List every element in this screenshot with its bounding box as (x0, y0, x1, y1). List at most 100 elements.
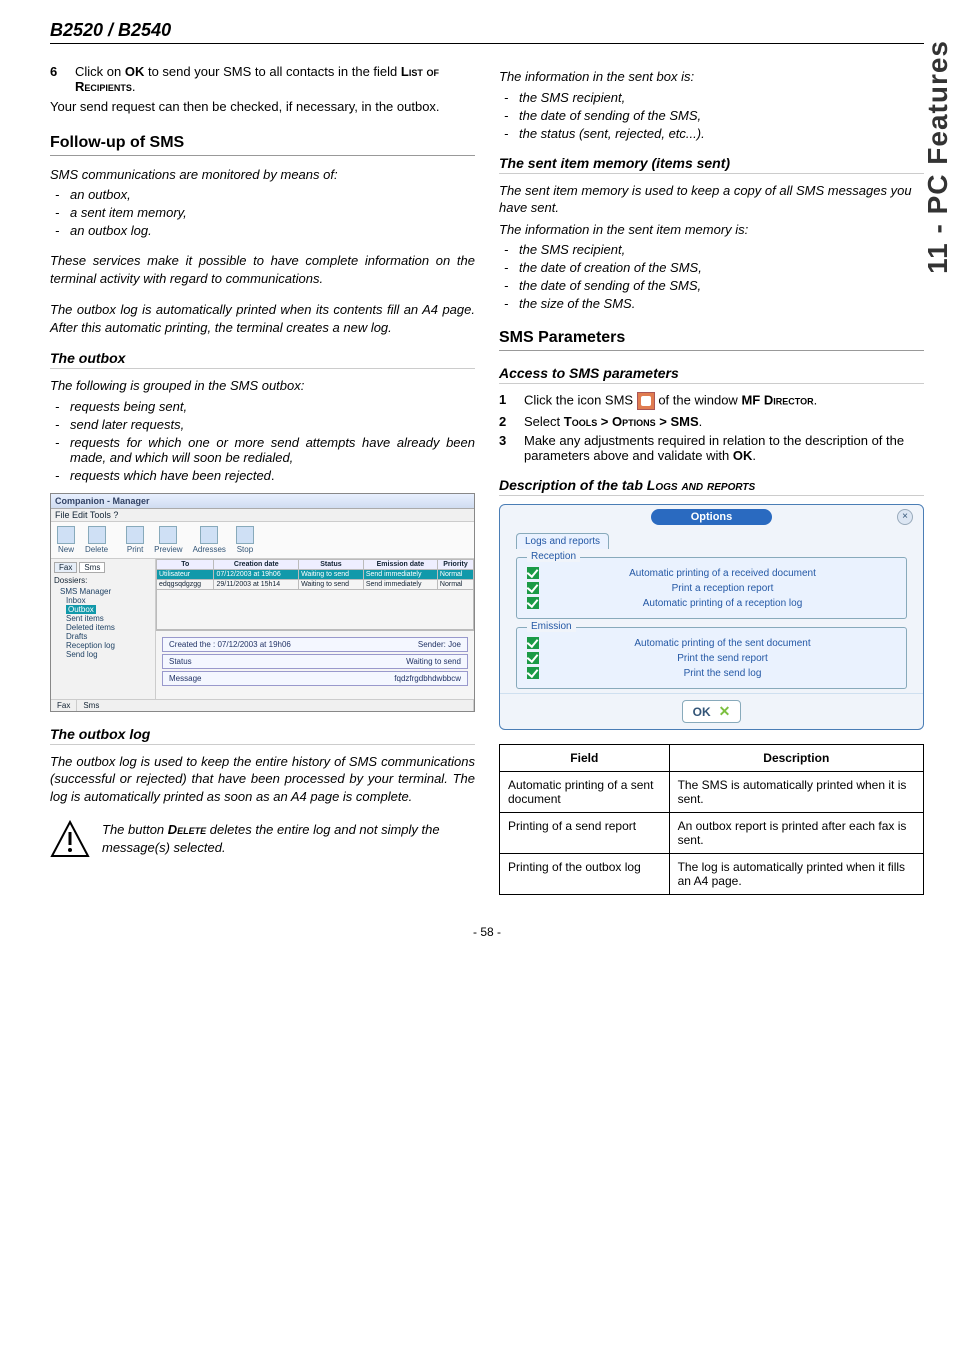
reception-group: Reception Automatic printing of a receiv… (516, 557, 907, 619)
chk-sent-doc[interactable]: Automatic printing of the sent document (527, 637, 896, 649)
chk-send-log[interactable]: Print the send log (527, 667, 896, 679)
sent-box-item: the SMS recipient, (519, 90, 924, 105)
followup-item: an outbox, (70, 187, 475, 202)
folder-tree[interactable]: SMS Manager Inbox Outbox Sent items Dele… (54, 587, 152, 659)
sent-mem-p1: The sent item memory is used to keep a c… (499, 182, 924, 217)
th-field: Field (500, 745, 670, 772)
tb-print-label: Print (127, 545, 143, 554)
model-header: B2520 / B2540 (50, 20, 924, 44)
step6-b: to send your SMS to all contacts in the … (144, 64, 401, 79)
cell-desc: The SMS is automatically printed when it… (669, 772, 923, 813)
chk-send-report[interactable]: Print the send report (527, 652, 896, 664)
th-description: Description (669, 745, 923, 772)
cell: Send immediately (363, 569, 437, 579)
close-icon[interactable]: × (897, 509, 913, 525)
cell: edqgsqdgzgg (157, 579, 214, 589)
step6-a: Click on (75, 64, 125, 79)
checkbox-icon[interactable] (527, 667, 539, 679)
chk-recv-log[interactable]: Automatic printing of a reception log (527, 597, 896, 609)
detail-sender: Sender: Joe (418, 640, 461, 649)
s3-num: 3 (499, 433, 506, 448)
tree-send-log[interactable]: Send log (54, 650, 152, 659)
tb-addresses[interactable]: Adresses (193, 526, 226, 554)
gh-to[interactable]: To (157, 559, 214, 569)
tb-delete[interactable]: Delete (85, 526, 108, 554)
tb-new[interactable]: New (57, 526, 75, 554)
checkbox-icon[interactable] (527, 637, 539, 649)
sent-mem-title: The sent item memory (items sent) (499, 155, 924, 174)
chk-recv-doc[interactable]: Automatic printing of a received documen… (527, 567, 896, 579)
tree-sent[interactable]: Sent items (54, 614, 152, 623)
tb-stop[interactable]: Stop (236, 526, 254, 554)
gh-creation[interactable]: Creation date (214, 559, 299, 569)
tree-deleted[interactable]: Deleted items (54, 623, 152, 632)
sent-mem-item: the date of creation of the SMS, (519, 260, 924, 275)
table-row: Automatic printing of a sent document Th… (500, 772, 924, 813)
tree-root[interactable]: SMS Manager (54, 587, 152, 596)
s1-num: 1 (499, 392, 506, 407)
chk-label: Automatic printing of a received documen… (549, 568, 896, 579)
preview-icon (159, 526, 177, 544)
tab-sms[interactable]: Sms (79, 562, 105, 573)
access-title: Access to SMS parameters (499, 365, 924, 384)
dossiers-label: Dossiers: (54, 576, 152, 585)
outbox-item: requests which have been rejected. (70, 468, 475, 483)
access-step-2: 2 Select Tools > Options > SMS. (524, 414, 924, 429)
checkbox-icon[interactable] (527, 582, 539, 594)
s3-period: . (752, 448, 756, 463)
table-row[interactable]: Utilisateur 07/12/2003 at 19h06 Waiting … (157, 569, 474, 579)
followup-p1: These services make it possible to have … (50, 252, 475, 287)
checkbox-icon[interactable] (527, 597, 539, 609)
gh-status[interactable]: Status (299, 559, 364, 569)
message-grid[interactable]: To Creation date Status Emission date Pr… (156, 559, 474, 630)
gh-priority[interactable]: Priority (437, 559, 473, 569)
status-fax: Fax (51, 700, 77, 711)
ok-label: OK (693, 705, 711, 719)
cell-field: Automatic printing of a sent document (500, 772, 670, 813)
checkbox-icon[interactable] (527, 652, 539, 664)
s1-a: Click the icon SMS (524, 393, 637, 408)
check-x-icon: ✕ (719, 703, 731, 720)
cell: Normal (437, 569, 473, 579)
detail-pane: Created the : 07/12/2003 at 19h06Sender:… (156, 630, 474, 692)
s2-tools: Tools > Options > SMS (564, 414, 699, 429)
tb-preview[interactable]: Preview (154, 526, 182, 554)
s3-ok: OK (733, 448, 753, 463)
tab-logs-reports[interactable]: Logs and reports (516, 533, 609, 549)
reception-legend: Reception (527, 551, 580, 562)
tree-reception-log[interactable]: Reception log (54, 641, 152, 650)
sent-mem-item: the size of the SMS. (519, 296, 924, 311)
step6-period: . (132, 79, 136, 94)
addresses-icon (200, 526, 218, 544)
checkbox-icon[interactable] (527, 567, 539, 579)
chk-label: Print the send report (549, 653, 896, 664)
status-bar: Fax Sms (51, 699, 474, 711)
detail-status-label: Status (169, 657, 192, 666)
sent-box-item: the status (sent, rejected, etc...). (519, 126, 924, 141)
cell: Waiting to send (299, 569, 364, 579)
side-tabs: Fax Sms (54, 562, 152, 573)
access-step-1: 1 Click the icon SMS of the window MF Di… (524, 392, 924, 410)
warning-icon (50, 819, 90, 859)
detail-status-value: Waiting to send (406, 657, 461, 666)
chk-recv-report[interactable]: Print a reception report (527, 582, 896, 594)
followup-p2: The outbox log is automatically printed … (50, 301, 475, 336)
warning-box: The button Delete deletes the entire log… (50, 817, 475, 860)
tree-drafts[interactable]: Drafts (54, 632, 152, 641)
tb-addresses-label: Adresses (193, 545, 226, 554)
tree-outbox[interactable]: Outbox (54, 605, 152, 614)
tab-fax[interactable]: Fax (54, 562, 77, 573)
detail-msg-label: Message (169, 674, 201, 683)
gh-emission[interactable]: Emission date (363, 559, 437, 569)
ok-button[interactable]: OK ✕ (682, 700, 742, 723)
tb-print[interactable]: Print (126, 526, 144, 554)
s2-num: 2 (499, 414, 506, 429)
outbox-log-title: The outbox log (50, 726, 475, 745)
cell-field: Printing of a send report (500, 813, 670, 854)
sms-icon[interactable] (637, 392, 655, 410)
cell-field: Printing of the outbox log (500, 854, 670, 895)
table-row[interactable]: edqgsqdgzgg 29/11/2003 at 15h14 Waiting … (157, 579, 474, 589)
menubar[interactable]: File Edit Tools ? (51, 509, 474, 522)
tree-inbox[interactable]: Inbox (54, 596, 152, 605)
s1-b: of the window (658, 393, 741, 408)
